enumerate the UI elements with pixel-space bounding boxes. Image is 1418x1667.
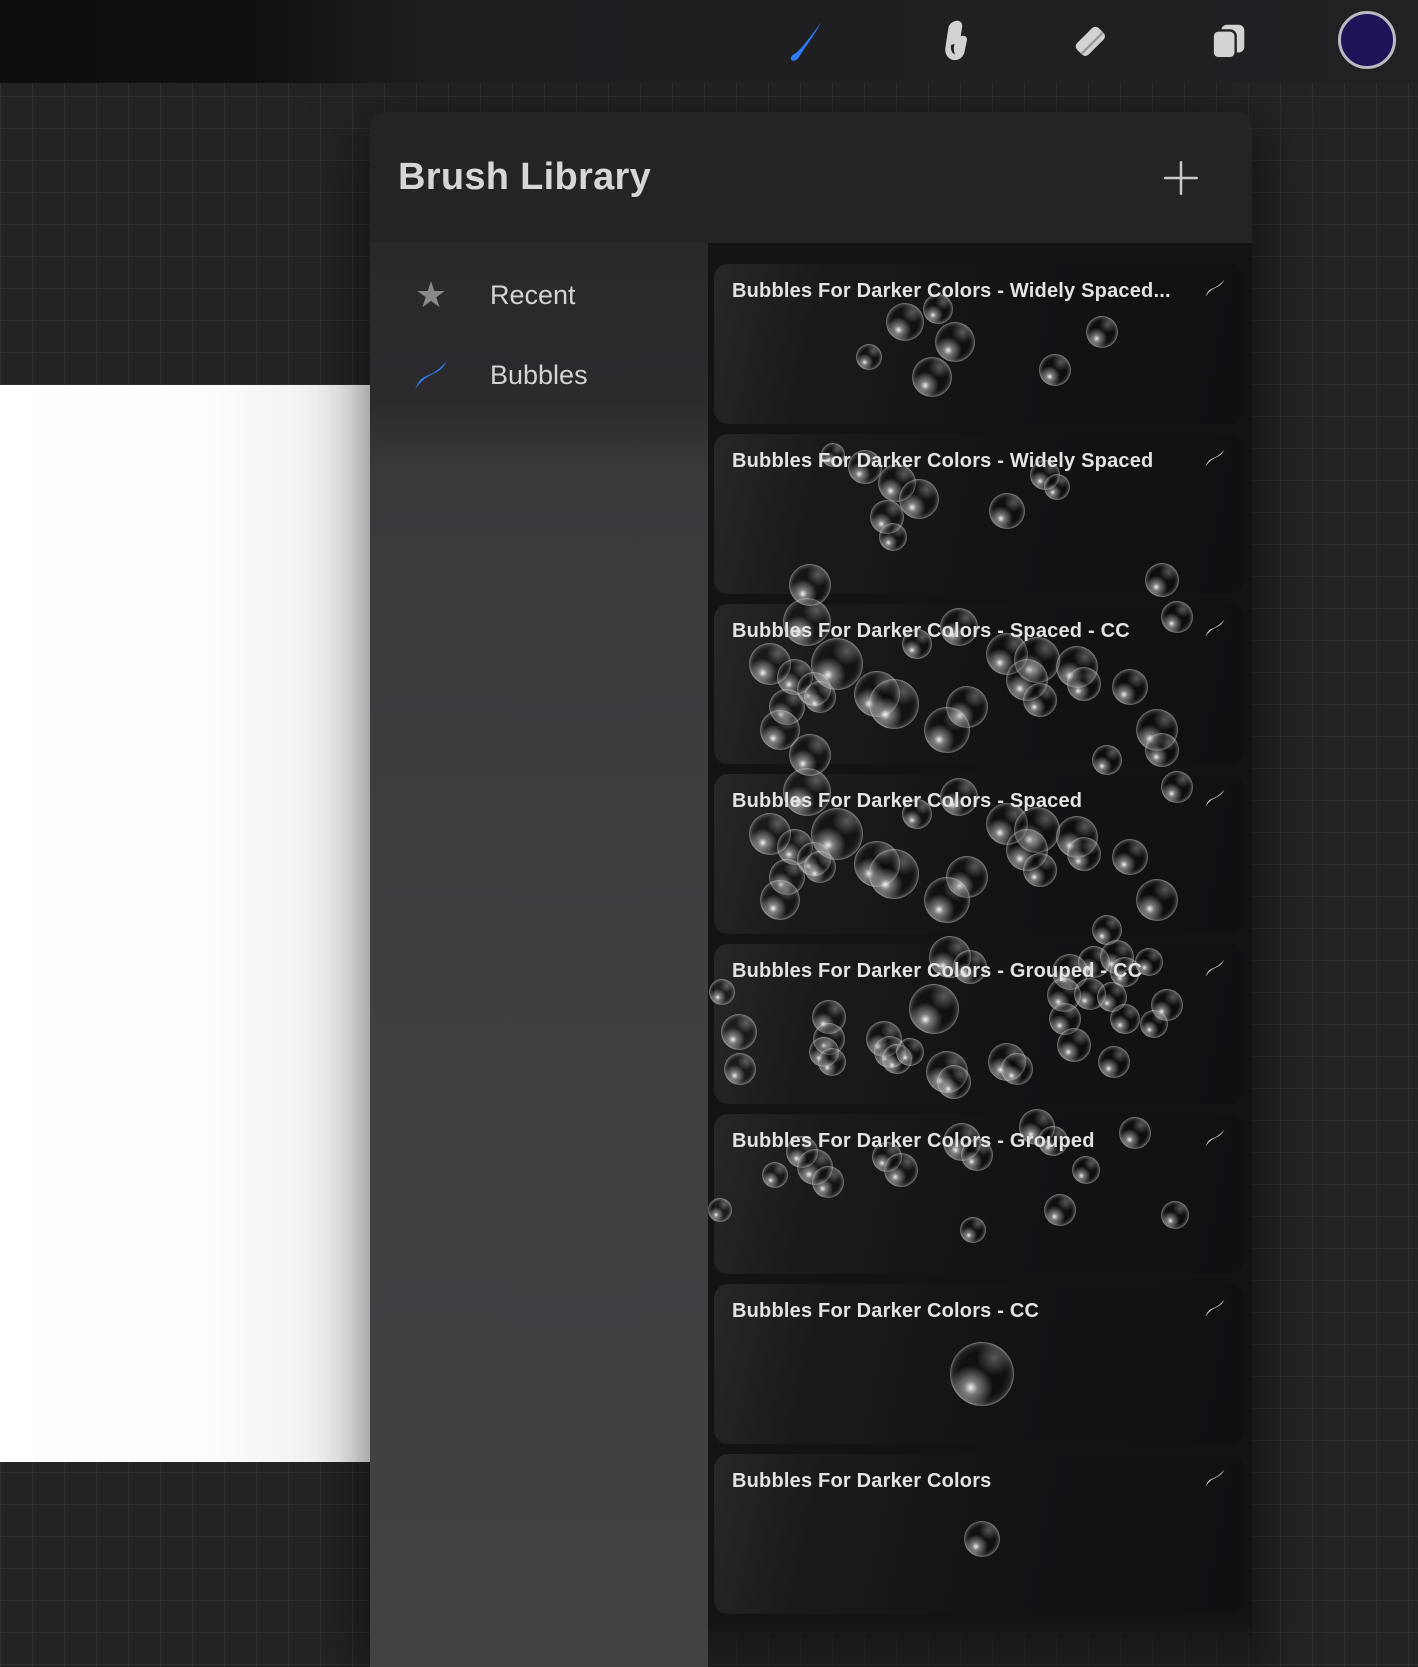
bubble-sprite	[989, 493, 1025, 529]
sidebar-item-bubbles[interactable]: Bubbles	[370, 335, 708, 415]
bubble-sprite	[1140, 1010, 1168, 1038]
bubble-sprite	[964, 1521, 1000, 1557]
bubble-sprite	[937, 1065, 971, 1099]
eraser-icon	[1067, 18, 1113, 64]
layers-icon	[1205, 18, 1251, 64]
brush-stroke-icon	[1202, 446, 1228, 470]
smudge-tool-button[interactable]	[929, 15, 981, 67]
bubble-sprite	[760, 880, 800, 920]
bubble-sprite	[1044, 474, 1070, 500]
layers-tool-button[interactable]	[1202, 15, 1254, 67]
brush-stroke-icon	[1202, 956, 1228, 980]
bubble-sprite	[724, 1053, 756, 1085]
bubble-sprite	[789, 564, 831, 606]
brush-card[interactable]: Bubbles For Darker Colors - CC	[714, 1284, 1244, 1444]
plus-icon	[1160, 157, 1202, 199]
brush-name: Bubbles For Darker Colors - Widely Space…	[732, 280, 1190, 303]
brush-card[interactable]: Bubbles For Darker Colors - Widely Space…	[714, 264, 1244, 424]
bubble-sprite	[1072, 1156, 1100, 1184]
brush-name: Bubbles For Darker Colors - Grouped	[732, 1130, 1190, 1153]
bubble-sprite	[896, 1038, 924, 1066]
panel-title: Brush Library	[398, 156, 651, 199]
bubble-sprite	[879, 523, 907, 551]
bubble-sprite	[912, 357, 952, 397]
bubble-sprite	[1067, 837, 1101, 871]
brush-stroke-icon	[1202, 616, 1228, 640]
eraser-tool-button[interactable]	[1064, 15, 1116, 67]
bubble-sprite	[1145, 733, 1179, 767]
bubble-sprite	[950, 1342, 1014, 1406]
bubble-sprite	[935, 322, 975, 362]
bubble-sprite	[721, 1014, 757, 1050]
bubble-sprite	[1057, 1028, 1091, 1062]
bubble-sprite	[789, 734, 831, 776]
drawing-canvas[interactable]	[0, 385, 370, 1462]
brush-name: Bubbles For Darker Colors - Spaced - CC	[732, 620, 1190, 643]
brush-card[interactable]: Bubbles For Darker Colors	[714, 1454, 1244, 1614]
bubble-sprite	[924, 707, 970, 753]
brush-name: Bubbles For Darker Colors	[732, 1470, 1190, 1493]
bubble-sprite	[804, 681, 836, 713]
bubble-sprite	[762, 1162, 788, 1188]
bubble-sprite	[804, 851, 836, 883]
smudge-finger-icon	[932, 18, 978, 64]
bubble-sprite	[899, 479, 939, 519]
bubble-sprite	[1112, 839, 1148, 875]
bubble-sprite	[1110, 1004, 1140, 1034]
top-toolbar	[0, 0, 1418, 83]
bubble-sprite	[1067, 667, 1101, 701]
bubble-sprite	[1023, 853, 1057, 887]
bubble-sprite	[1001, 1053, 1033, 1085]
panel-header: Brush Library	[370, 112, 1252, 243]
bubble-sprite	[1086, 316, 1118, 348]
bubble-sprite	[1161, 1201, 1189, 1229]
bubble-sprite	[909, 984, 959, 1034]
bubble-sprite	[924, 877, 970, 923]
bubble-sprite	[1145, 563, 1179, 597]
bubble-sprite	[708, 1198, 732, 1222]
bubble-sprite	[1092, 745, 1122, 775]
brush-stroke-icon	[1202, 276, 1228, 300]
bubble-sprite	[1098, 1046, 1130, 1078]
brush-stroke-icon	[1202, 1466, 1228, 1490]
bubble-sprite	[1039, 354, 1071, 386]
brush-set-sidebar: ★ Recent Bubbles	[370, 243, 708, 1667]
paintbrush-icon	[787, 18, 833, 64]
star-icon: ★	[408, 277, 454, 313]
brush-stroke-icon	[1202, 1296, 1228, 1320]
app-root: Brush Library ★ Recent Bubbles Bubbles F…	[0, 0, 1418, 1667]
bubble-sprite	[1023, 683, 1057, 717]
sidebar-item-label: Recent	[490, 280, 576, 311]
bubble-sprite	[884, 1153, 918, 1187]
sidebar-item-label: Bubbles	[490, 360, 588, 391]
bubble-sprite	[960, 1217, 986, 1243]
brush-name: Bubbles For Darker Colors - Grouped - CC	[732, 960, 1190, 983]
brush-tool-button[interactable]	[784, 15, 836, 67]
bubble-sprite	[812, 1166, 844, 1198]
bubble-sprite	[1136, 879, 1178, 921]
brush-stroke-icon	[1202, 786, 1228, 810]
bubble-sprite	[1112, 669, 1148, 705]
bubble-sprite	[869, 679, 919, 729]
brush-library-panel: Brush Library ★ Recent Bubbles Bubbles F…	[370, 112, 1252, 1667]
brush-name: Bubbles For Darker Colors - CC	[732, 1300, 1190, 1323]
bubble-sprite	[856, 344, 882, 370]
brush-name: Bubbles For Darker Colors - Spaced	[732, 790, 1190, 813]
sidebar-item-recent[interactable]: ★ Recent	[370, 255, 708, 335]
brush-card[interactable]: Bubbles For Darker Colors - Grouped	[714, 1114, 1244, 1274]
add-brush-button[interactable]	[1158, 155, 1204, 201]
active-color-swatch[interactable]	[1338, 11, 1396, 69]
brush-stroke-icon	[1202, 1126, 1228, 1150]
bubble-sprite	[886, 303, 924, 341]
bubble-sprite	[818, 1048, 846, 1076]
brush-name: Bubbles For Darker Colors - Widely Space…	[732, 450, 1190, 473]
brush-stroke-icon	[408, 355, 454, 395]
brush-list: Bubbles For Darker Colors - Widely Space…	[708, 243, 1252, 1667]
bubble-sprite	[1044, 1194, 1076, 1226]
brush-card[interactable]: Bubbles For Darker Colors - Spaced	[714, 774, 1244, 934]
panel-body: ★ Recent Bubbles Bubbles For Darker Colo…	[370, 243, 1252, 1667]
brush-card[interactable]: Bubbles For Darker Colors - Grouped - CC	[714, 944, 1244, 1104]
bubble-sprite	[869, 849, 919, 899]
